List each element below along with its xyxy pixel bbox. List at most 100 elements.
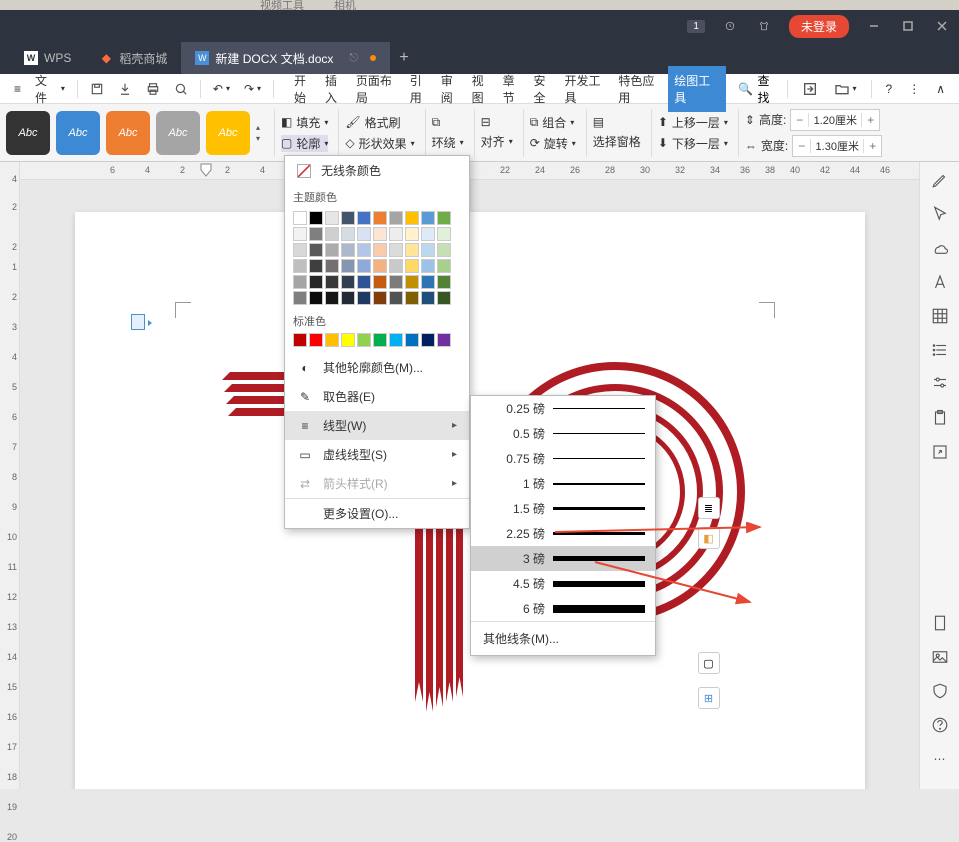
ribbon-tab-security[interactable]: 安全 bbox=[530, 66, 561, 112]
height-input[interactable]: − 1.20厘米 + bbox=[790, 109, 880, 131]
more-panel-icon[interactable]: ⋯ bbox=[930, 749, 950, 769]
paragraph-options-icon[interactable] bbox=[131, 314, 145, 330]
tab-store[interactable]: ◆ 稻壳商城 bbox=[85, 42, 181, 74]
ribbon-tab-chapter[interactable]: 章节 bbox=[499, 66, 530, 112]
ruler-indent-marker[interactable] bbox=[200, 163, 212, 177]
shield-icon[interactable] bbox=[930, 681, 950, 701]
login-button[interactable]: 未登录 bbox=[789, 15, 849, 38]
selection-pane-button[interactable]: ▤ bbox=[593, 115, 641, 129]
style-preset-4[interactable]: Abc bbox=[156, 111, 200, 155]
new-tab-button[interactable]: + bbox=[390, 49, 418, 67]
color-swatch[interactable] bbox=[325, 333, 339, 347]
ribbon-tab-dev[interactable]: 开发工具 bbox=[560, 66, 614, 112]
color-swatch[interactable] bbox=[405, 211, 419, 225]
width-increase[interactable]: + bbox=[863, 139, 881, 153]
color-swatch[interactable] bbox=[389, 227, 403, 241]
color-swatch[interactable] bbox=[309, 291, 323, 305]
bring-forward-button[interactable]: ⬆上移一层▾ bbox=[658, 114, 728, 131]
clipboard-icon[interactable] bbox=[930, 408, 950, 428]
color-swatch[interactable] bbox=[309, 275, 323, 289]
color-swatch[interactable] bbox=[309, 333, 323, 347]
color-swatch[interactable] bbox=[357, 243, 371, 257]
wrap-button[interactable]: ⧉ bbox=[432, 115, 464, 130]
sync-icon[interactable] bbox=[713, 10, 747, 42]
color-swatch[interactable] bbox=[341, 259, 355, 273]
color-swatch[interactable] bbox=[421, 333, 435, 347]
text-icon[interactable] bbox=[930, 272, 950, 292]
color-swatch[interactable] bbox=[373, 275, 387, 289]
ribbon-tab-review[interactable]: 审阅 bbox=[437, 66, 468, 112]
grid-icon[interactable] bbox=[930, 306, 950, 326]
width-input[interactable]: − 1.30厘米 + bbox=[792, 135, 882, 157]
color-swatch[interactable] bbox=[309, 211, 323, 225]
minimize-button[interactable] bbox=[857, 10, 891, 42]
color-swatch[interactable] bbox=[437, 211, 451, 225]
color-swatch[interactable] bbox=[437, 259, 451, 273]
share-icon[interactable] bbox=[796, 77, 824, 101]
width-decrease[interactable]: − bbox=[793, 139, 811, 153]
color-swatch[interactable] bbox=[421, 275, 435, 289]
color-swatch[interactable] bbox=[325, 275, 339, 289]
notification-counter[interactable]: 1 bbox=[687, 20, 705, 33]
shape-outline-quick-icon[interactable]: ▢ bbox=[698, 652, 720, 674]
hamburger-icon[interactable]: ≡ bbox=[8, 78, 27, 100]
send-backward-button[interactable]: ⬇下移一层▾ bbox=[658, 135, 728, 152]
color-swatch[interactable] bbox=[325, 291, 339, 305]
align-button[interactable]: ⊟ bbox=[481, 115, 513, 129]
color-swatch[interactable] bbox=[357, 291, 371, 305]
color-swatch[interactable] bbox=[373, 243, 387, 257]
color-swatch[interactable] bbox=[373, 291, 387, 305]
more-lines-option[interactable]: 其他线条(M)... bbox=[471, 621, 655, 655]
color-swatch[interactable] bbox=[293, 227, 307, 241]
shape-style-gallery[interactable]: Abc Abc Abc Abc Abc ▴▾ bbox=[6, 111, 270, 155]
color-swatch[interactable] bbox=[309, 259, 323, 273]
color-swatch[interactable] bbox=[421, 211, 435, 225]
color-swatch[interactable] bbox=[293, 211, 307, 225]
height-increase[interactable]: + bbox=[861, 113, 879, 127]
color-swatch[interactable] bbox=[325, 243, 339, 257]
color-swatch[interactable] bbox=[357, 275, 371, 289]
color-swatch[interactable] bbox=[437, 275, 451, 289]
close-button[interactable] bbox=[925, 10, 959, 42]
color-swatch[interactable] bbox=[357, 259, 371, 273]
settings-icon[interactable] bbox=[930, 374, 950, 394]
color-swatch[interactable] bbox=[437, 243, 451, 257]
color-swatch[interactable] bbox=[293, 275, 307, 289]
color-swatch[interactable] bbox=[421, 259, 435, 273]
style-preset-3[interactable]: Abc bbox=[106, 111, 150, 155]
color-swatch[interactable] bbox=[389, 243, 403, 257]
style-preset-1[interactable]: Abc bbox=[6, 111, 50, 155]
skin-icon[interactable] bbox=[747, 10, 781, 42]
color-swatch[interactable] bbox=[437, 333, 451, 347]
shape-effect-button[interactable]: ◇形状效果▾ bbox=[345, 135, 414, 152]
color-swatch[interactable] bbox=[389, 275, 403, 289]
color-swatch[interactable] bbox=[357, 333, 371, 347]
color-swatch[interactable] bbox=[389, 211, 403, 225]
shape-more-icon[interactable]: ⊞ bbox=[698, 687, 720, 709]
output-icon[interactable] bbox=[112, 78, 138, 100]
list-icon[interactable] bbox=[930, 340, 950, 360]
color-swatch[interactable] bbox=[373, 227, 387, 241]
color-swatch[interactable] bbox=[357, 227, 371, 241]
color-swatch[interactable] bbox=[341, 275, 355, 289]
print-icon[interactable] bbox=[140, 78, 166, 100]
weight-0.25[interactable]: 0.25 磅 bbox=[471, 396, 655, 421]
fill-button[interactable]: ◧填充▾ bbox=[281, 114, 328, 131]
undo-button[interactable]: ↶ ▾ bbox=[207, 78, 236, 100]
color-swatch[interactable] bbox=[325, 227, 339, 241]
outline-button[interactable]: ▢轮廓▾ bbox=[281, 135, 328, 152]
color-swatch[interactable] bbox=[405, 243, 419, 257]
color-swatch[interactable] bbox=[293, 333, 307, 347]
search-box[interactable]: 🔍 查找 bbox=[738, 72, 780, 106]
redo-button[interactable]: ↷ ▾ bbox=[238, 78, 267, 100]
color-swatch[interactable] bbox=[309, 227, 323, 241]
ribbon-tab-insert[interactable]: 插入 bbox=[321, 66, 352, 112]
color-swatch[interactable] bbox=[341, 291, 355, 305]
color-swatch[interactable] bbox=[421, 291, 435, 305]
layout-options-icon[interactable]: ≣ bbox=[698, 497, 720, 519]
color-swatch[interactable] bbox=[341, 211, 355, 225]
style-gallery-more[interactable]: ▴▾ bbox=[256, 123, 270, 143]
more-colors-option[interactable]: ◐ 其他轮廓颜色(M)... bbox=[285, 353, 469, 382]
ribbon-tab-view[interactable]: 视图 bbox=[468, 66, 499, 112]
ribbon-tab-draw[interactable]: 绘图工具 bbox=[668, 66, 726, 112]
